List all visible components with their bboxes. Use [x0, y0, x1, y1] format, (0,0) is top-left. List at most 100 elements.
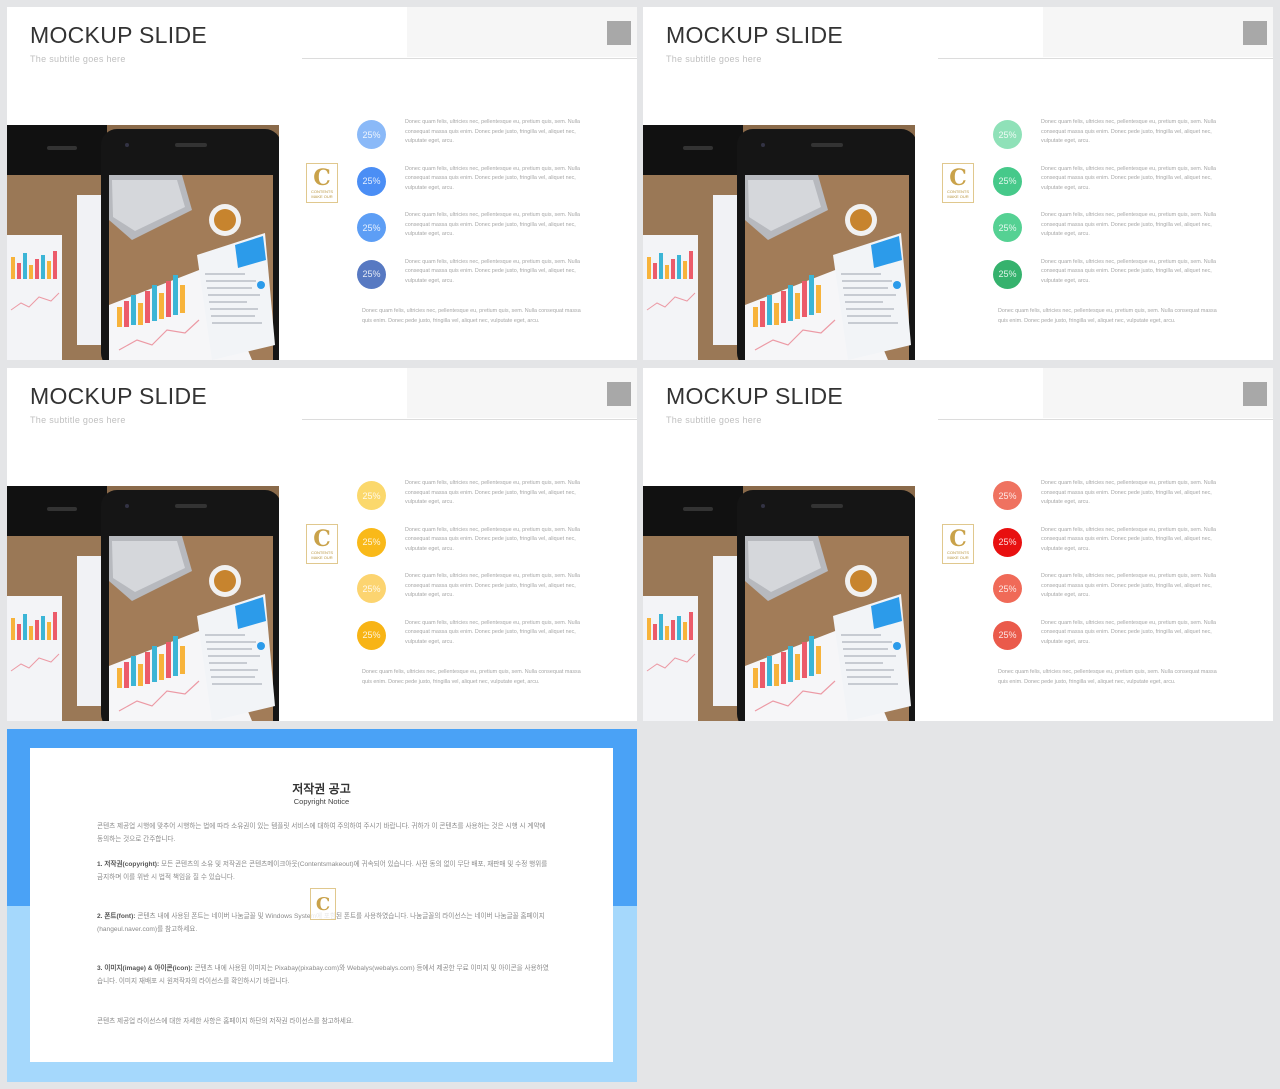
copyright-section-3-label: 3. 이미지(image) & 아이콘(icon): — [97, 965, 193, 972]
photo — [7, 486, 279, 721]
stat-item: 25% Donec quam felis, ultricies nec, pel… — [993, 210, 1263, 246]
stat-text: Donec quam felis, ultricies nec, pellent… — [1041, 119, 1216, 145]
photo — [643, 486, 915, 721]
header-rule — [302, 58, 637, 59]
copyright-title: 저작권 공고 — [292, 782, 351, 796]
stat-text: Donec quam felis, ultricies nec, pellent… — [1041, 480, 1216, 506]
stat-text: Donec quam felis, ultricies nec, pellent… — [405, 212, 580, 238]
stat-text: Donec quam felis, ultricies nec, pellent… — [405, 480, 580, 506]
phone-mockup-image — [643, 125, 915, 360]
slide-subtitle: The subtitle goes here — [30, 415, 126, 425]
stat-item: 25% Donec quam felis, ultricies nec, pel… — [357, 164, 627, 200]
contents-logo: C CONTENTS MAKE OUR — [306, 163, 338, 203]
header-band — [1043, 7, 1273, 57]
contents-logo: C CONTENTS MAKE OUR — [306, 524, 338, 564]
stat-circle: 25% — [993, 120, 1022, 149]
stat-circle: 25% — [993, 574, 1022, 603]
stat-text: Donec quam felis, ultricies nec, pellent… — [405, 573, 580, 599]
stat-circle: 25% — [357, 574, 386, 603]
stat-circle: 25% — [993, 527, 1022, 557]
stat-text: Donec quam felis, ultricies nec, pellent… — [1041, 212, 1216, 238]
contents-logo: C CONTENTS MAKE OUR — [942, 524, 974, 564]
stat-item: 25% Donec quam felis, ultricies nec, pel… — [993, 571, 1263, 607]
copyright-intro: 콘텐츠 제공업 시행에 맞추어 시행하는 법에 따라 소유권이 있는 템플릿 서… — [97, 823, 546, 843]
stat-circle: 25% — [993, 620, 1022, 650]
stat-item: 25% Donec quam felis, ultricies nec, pel… — [357, 618, 627, 654]
stat-item: 25% Donec quam felis, ultricies nec, pel… — [993, 164, 1263, 200]
phone-mockup-image — [643, 486, 915, 721]
copyright-subtitle: Copyright Notice — [293, 797, 350, 806]
stat-text: Donec quam felis, ultricies nec, pellent… — [1041, 573, 1216, 599]
stat-text: Donec quam felis, ultricies nec, pellent… — [1041, 619, 1216, 645]
copyright-section-3: 3. 이미지(image) & 아이콘(icon): 콘텐츠 내에 사용된 이미… — [97, 962, 550, 988]
copyright-section-2-label: 2. 폰트(font): — [97, 913, 136, 920]
slide-subtitle: The subtitle goes here — [666, 54, 762, 64]
mockup-slide-4: MOCKUP SLIDE The subtitle goes here C CO… — [643, 368, 1273, 721]
footer-text: Donec quam felis, ultricies nec, pellent… — [998, 669, 1217, 685]
copyright-section-1: 1. 저작권(copyright): 모든 콘텐츠의 소유 및 저작권은 콘텐츠… — [97, 858, 550, 884]
copyright-section-1-text: 모든 콘텐츠의 소유 및 저작권은 콘텐츠메이크아웃(Contentsmakeo… — [97, 861, 548, 881]
phone-mockup-image — [7, 486, 279, 721]
mockup-slide-2: MOCKUP SLIDE The subtitle goes here C CO… — [643, 7, 1273, 360]
slide-subtitle: The subtitle goes here — [666, 415, 762, 425]
corner-square — [1243, 382, 1267, 406]
copyright-logo: C — [310, 888, 336, 920]
slide-title: MOCKUP SLIDE — [30, 22, 207, 48]
slide-subtitle: The subtitle goes here — [30, 54, 126, 64]
header-rule — [302, 419, 637, 420]
stat-circle: 25% — [357, 620, 386, 650]
stat-item: 25% Donec quam felis, ultricies nec, pel… — [357, 117, 627, 153]
stat-text: Donec quam felis, ultricies nec, pellent… — [1041, 526, 1216, 552]
header-rule — [938, 58, 1273, 59]
stat-circle: 25% — [993, 166, 1022, 196]
phone-mockup-image — [7, 125, 279, 360]
slide-title: MOCKUP SLIDE — [30, 383, 207, 409]
slide-title: MOCKUP SLIDE — [666, 22, 843, 48]
stat-text: Donec quam felis, ultricies nec, pellent… — [405, 526, 580, 552]
mockup-slide-3: MOCKUP SLIDE The subtitle goes here C CO… — [7, 368, 637, 721]
copyright-logo-letter: C — [315, 893, 331, 915]
stat-item: 25% Donec quam felis, ultricies nec, pel… — [357, 478, 627, 514]
stat-text: Donec quam felis, ultricies nec, pellent… — [1041, 258, 1216, 284]
stat-item: 25% Donec quam felis, ultricies nec, pel… — [993, 117, 1263, 153]
logo-letter: C — [949, 526, 967, 552]
footer-text: Donec quam felis, ultricies nec, pellent… — [362, 308, 581, 324]
corner-square — [607, 21, 631, 45]
stat-circle: 25% — [357, 527, 386, 557]
logo-line-2: MAKE OUR — [947, 194, 969, 199]
stat-item: 25% Donec quam felis, ultricies nec, pel… — [993, 618, 1263, 654]
logo-line-2: MAKE OUR — [311, 194, 333, 199]
stat-circle: 25% — [993, 259, 1022, 289]
logo-line-2: MAKE OUR — [947, 555, 969, 560]
corner-square — [1243, 21, 1267, 45]
stat-circle: 25% — [357, 481, 386, 510]
logo-letter: C — [313, 526, 331, 552]
stat-text: Donec quam felis, ultricies nec, pellent… — [405, 258, 580, 284]
stat-item: 25% Donec quam felis, ultricies nec, pel… — [357, 210, 627, 246]
stat-item: 25% Donec quam felis, ultricies nec, pel… — [357, 525, 627, 561]
stat-item: 25% Donec quam felis, ultricies nec, pel… — [993, 257, 1263, 293]
copyright-section-1-label: 1. 저작권(copyright): — [97, 861, 160, 868]
photo — [7, 125, 279, 360]
copyright-card: 저작권 공고 Copyright Notice 콘텐츠 제공업 시행에 맞추어 … — [30, 748, 613, 1062]
copyright-closing: 콘텐츠 제공업 라이선스에 대한 자세한 사항은 홈페이지 하단의 저작권 라이… — [97, 1018, 354, 1025]
stat-item: 25% Donec quam felis, ultricies nec, pel… — [357, 257, 627, 293]
stat-circle: 25% — [993, 481, 1022, 510]
photo — [643, 125, 915, 360]
mockup-slide-1: MOCKUP SLIDE The subtitle goes here C CO… — [7, 7, 637, 360]
stat-item: 25% Donec quam felis, ultricies nec, pel… — [993, 525, 1263, 561]
logo-line-2: MAKE OUR — [311, 555, 333, 560]
header-band — [407, 7, 637, 57]
contents-logo: C CONTENTS MAKE OUR — [942, 163, 974, 203]
header-rule — [938, 419, 1273, 420]
stat-circle: 25% — [357, 259, 386, 289]
footer-text: Donec quam felis, ultricies nec, pellent… — [998, 308, 1217, 324]
corner-square — [607, 382, 631, 406]
stat-text: Donec quam felis, ultricies nec, pellent… — [405, 619, 580, 645]
stat-circle: 25% — [357, 120, 386, 149]
footer-text: Donec quam felis, ultricies nec, pellent… — [362, 669, 581, 685]
header-band — [1043, 368, 1273, 418]
stat-text: Donec quam felis, ultricies nec, pellent… — [1041, 165, 1216, 191]
stat-item: 25% Donec quam felis, ultricies nec, pel… — [357, 571, 627, 607]
logo-letter: C — [949, 165, 967, 191]
